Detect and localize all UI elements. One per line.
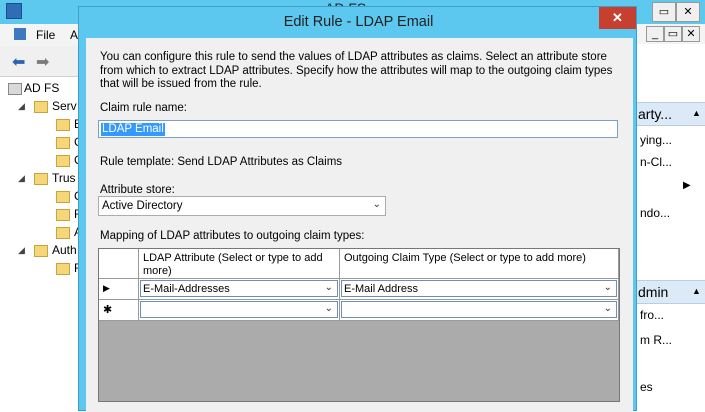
background-restore-icon[interactable]: ▭ bbox=[652, 2, 676, 22]
column-header-ldap-attribute[interactable]: LDAP Attribute (Select or type to add mo… bbox=[139, 249, 340, 279]
expand-arrow-icon[interactable]: ◢ bbox=[18, 173, 25, 184]
claim-rule-name-input[interactable]: LDAP Email bbox=[98, 120, 618, 138]
ldap-attribute-combo[interactable]: E-Mail-Addresses ⌄ bbox=[140, 280, 338, 297]
claim-type-combo[interactable]: E-Mail Address ⌄ bbox=[341, 280, 617, 297]
folder-icon bbox=[34, 173, 48, 185]
chevron-down-icon[interactable]: ⌄ bbox=[373, 199, 381, 210]
edit-rule-dialog: Edit Rule - LDAP Email ✕ You can configu… bbox=[78, 6, 637, 412]
action-item[interactable]: ndo... bbox=[640, 206, 670, 220]
adfs-node-icon bbox=[8, 83, 22, 95]
attribute-store-label: Attribute store: bbox=[100, 184, 175, 196]
row-header[interactable]: ▶ bbox=[99, 279, 139, 300]
column-header-outgoing-claim-type[interactable]: Outgoing Claim Type (Select or type to a… bbox=[340, 249, 619, 279]
action-item[interactable]: fro... bbox=[640, 308, 664, 322]
chevron-down-icon[interactable]: ⌄ bbox=[325, 282, 333, 293]
attribute-store-value: Active Directory bbox=[102, 200, 183, 212]
mdi-restore-icon[interactable]: ▭ bbox=[664, 26, 682, 42]
new-row-asterisk-icon: ✱ bbox=[103, 304, 113, 316]
tree-item[interactable]: ◢ Serv bbox=[0, 98, 78, 114]
claim-rule-name-label: Claim rule name: bbox=[100, 102, 187, 114]
chevron-down-icon[interactable]: ⌄ bbox=[604, 282, 612, 293]
actions-header[interactable]: dmin ▲ bbox=[636, 280, 705, 304]
tree-item[interactable]: ◢ Trus bbox=[0, 170, 78, 186]
close-icon[interactable]: ✕ bbox=[599, 7, 636, 29]
action-item[interactable]: n-Cl... bbox=[640, 155, 672, 169]
dialog-title: Edit Rule - LDAP Email bbox=[283, 14, 434, 30]
folder-icon bbox=[56, 191, 70, 203]
tree-item[interactable]: E bbox=[0, 116, 78, 132]
console-icon bbox=[14, 28, 26, 40]
folder-icon bbox=[56, 263, 70, 275]
navigation-tree: AD FS ◢ Serv E C C ◢ Trus C R A ◢ Auth bbox=[0, 78, 78, 411]
folder-icon bbox=[56, 227, 70, 239]
action-item[interactable]: ying... bbox=[640, 133, 672, 147]
folder-icon bbox=[34, 245, 48, 257]
action-item[interactable]: es bbox=[640, 380, 653, 394]
expand-arrow-icon[interactable]: ◢ bbox=[18, 245, 25, 256]
dialog-body: You can configure this rule to send the … bbox=[86, 38, 633, 412]
menu-action[interactable]: A bbox=[70, 28, 78, 42]
folder-icon bbox=[56, 137, 70, 149]
mdi-minimize-icon[interactable]: _ bbox=[646, 26, 664, 42]
background-close-icon[interactable]: ✕ bbox=[676, 2, 700, 22]
grid-cell[interactable]: E-Mail Address ⌄ bbox=[340, 279, 619, 300]
tree-item[interactable]: AD FS bbox=[0, 80, 78, 96]
current-row-arrow-icon: ▶ bbox=[103, 283, 110, 293]
row-header[interactable]: ✱ bbox=[99, 300, 139, 321]
mapping-label: Mapping of LDAP attributes to outgoing c… bbox=[100, 230, 365, 242]
folder-icon bbox=[56, 209, 70, 221]
grid-corner-header bbox=[99, 249, 139, 279]
back-arrow-icon[interactable]: ⬅ bbox=[12, 52, 25, 72]
ldap-attribute-value: E-Mail-Addresses bbox=[143, 283, 230, 295]
tree-item[interactable]: R bbox=[0, 206, 78, 222]
actions-header[interactable]: arty... ▲ bbox=[636, 102, 705, 126]
tree-item[interactable]: ◢ Auth bbox=[0, 242, 78, 258]
attribute-store-select[interactable]: Active Directory ⌄ bbox=[98, 196, 386, 216]
collapse-arrow-icon[interactable]: ▲ bbox=[692, 108, 701, 118]
folder-icon bbox=[56, 155, 70, 167]
grid-cell[interactable]: ⌄ bbox=[139, 300, 340, 321]
expand-arrow-icon[interactable]: ◢ bbox=[18, 101, 25, 112]
adfs-app-icon bbox=[6, 3, 22, 19]
mdi-close-icon[interactable]: ✕ bbox=[682, 26, 700, 42]
folder-icon bbox=[56, 119, 70, 131]
rule-description: You can configure this rule to send the … bbox=[100, 51, 613, 90]
claim-rule-name-value: LDAP Email bbox=[101, 123, 165, 136]
tree-item[interactable]: F bbox=[0, 260, 78, 276]
grid-cell[interactable]: E-Mail-Addresses ⌄ bbox=[139, 279, 340, 300]
actions-pane bbox=[636, 44, 705, 411]
ldap-attribute-combo[interactable]: ⌄ bbox=[140, 301, 338, 318]
action-item[interactable]: m R... bbox=[640, 333, 672, 347]
collapse-arrow-icon[interactable]: ▲ bbox=[692, 286, 701, 296]
claim-type-combo[interactable]: ⌄ bbox=[341, 301, 617, 318]
mapping-grid: LDAP Attribute (Select or type to add mo… bbox=[98, 248, 620, 402]
tree-item[interactable]: C bbox=[0, 134, 78, 150]
submenu-arrow-icon[interactable]: ▶ bbox=[683, 180, 691, 191]
rule-template-text: Rule template: Send LDAP Attributes as C… bbox=[100, 156, 343, 168]
grid-cell[interactable]: ⌄ bbox=[340, 300, 619, 321]
folder-icon bbox=[34, 101, 48, 113]
forward-arrow-icon[interactable]: ➡ bbox=[36, 52, 49, 72]
tree-item[interactable]: C bbox=[0, 152, 78, 168]
tree-item[interactable]: A bbox=[0, 224, 78, 240]
tree-item[interactable]: C bbox=[0, 188, 78, 204]
chevron-down-icon[interactable]: ⌄ bbox=[604, 303, 612, 314]
menu-file[interactable]: File bbox=[36, 28, 55, 42]
chevron-down-icon[interactable]: ⌄ bbox=[325, 303, 333, 314]
claim-type-value: E-Mail Address bbox=[344, 283, 418, 295]
